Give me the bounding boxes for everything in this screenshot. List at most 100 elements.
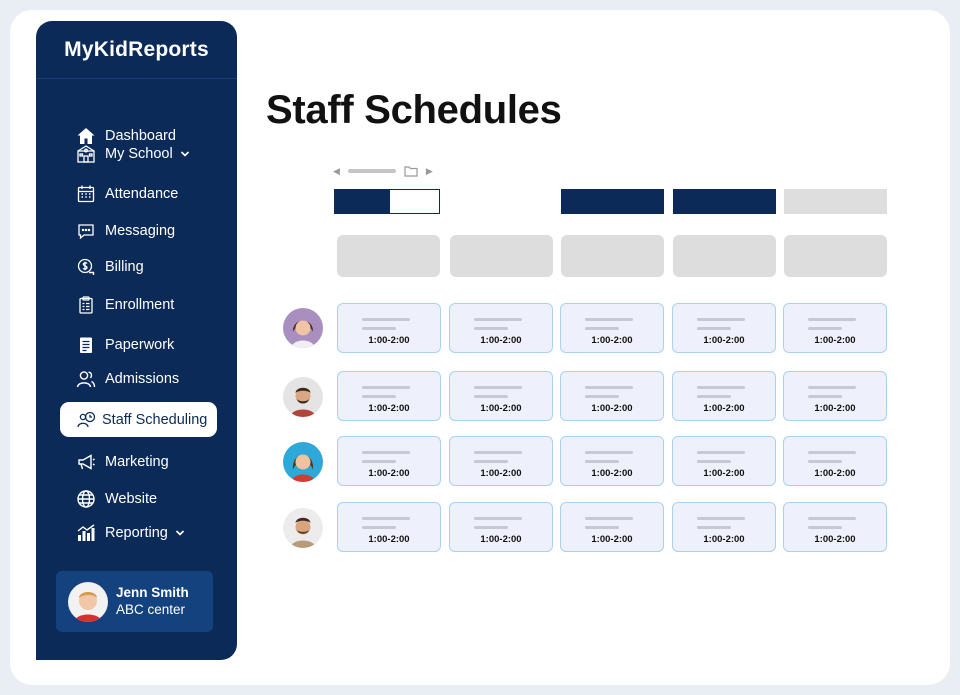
shift-time: 1:00-2:00 bbox=[703, 534, 745, 545]
shift-time: 1:00-2:00 bbox=[480, 403, 522, 414]
sidebar-item-label: My School bbox=[105, 146, 173, 162]
schedule-cell[interactable]: 1:00-2:00 bbox=[449, 303, 553, 353]
schedule-cell[interactable]: 1:00-2:00 bbox=[783, 436, 887, 486]
staff-avatar[interactable] bbox=[283, 308, 323, 348]
schedule-cell[interactable]: 1:00-2:00 bbox=[783, 502, 887, 552]
cell-placeholder-line bbox=[808, 386, 856, 389]
sidebar-item-label: Enrollment bbox=[105, 297, 175, 313]
schedule-cell[interactable]: 1:00-2:00 bbox=[672, 436, 776, 486]
folder-icon[interactable] bbox=[404, 165, 418, 177]
staff-avatar[interactable] bbox=[283, 508, 323, 548]
cell-placeholder-line bbox=[697, 318, 745, 321]
shift-time: 1:00-2:00 bbox=[591, 468, 633, 479]
schedule-cell[interactable]: 1:00-2:00 bbox=[560, 371, 664, 421]
cell-placeholder-line bbox=[362, 318, 410, 321]
cell-placeholder-line bbox=[474, 460, 508, 463]
view-toggle[interactable] bbox=[334, 189, 440, 214]
cell-placeholder-line bbox=[808, 526, 842, 529]
shift-time: 1:00-2:00 bbox=[591, 403, 633, 414]
schedule-cell[interactable]: 1:00-2:00 bbox=[337, 303, 441, 353]
shift-time: 1:00-2:00 bbox=[703, 335, 745, 346]
cell-placeholder-line bbox=[585, 451, 633, 454]
schedule-cell[interactable]: 1:00-2:00 bbox=[560, 436, 664, 486]
cell-placeholder-line bbox=[697, 451, 745, 454]
cell-placeholder-line bbox=[362, 395, 396, 398]
sidebar-item-attendance[interactable]: Attendance bbox=[76, 182, 178, 206]
sidebar-item-label: Attendance bbox=[105, 186, 179, 202]
cell-placeholder-line bbox=[808, 395, 842, 398]
cell-placeholder-line bbox=[474, 451, 522, 454]
chevron-left-icon[interactable]: ◀ bbox=[333, 164, 340, 178]
cell-placeholder-line bbox=[585, 460, 619, 463]
header-button[interactable] bbox=[784, 189, 887, 214]
cell-placeholder-line bbox=[697, 526, 731, 529]
sidebar-item-website[interactable]: Website bbox=[76, 487, 157, 511]
sidebar-item-label: Paperwork bbox=[105, 337, 175, 353]
sidebar-item-label: Marketing bbox=[105, 454, 169, 470]
staff-avatar[interactable] bbox=[283, 377, 323, 417]
toggle-selected-segment[interactable] bbox=[335, 190, 390, 213]
sidebar-item-label: Reporting bbox=[105, 525, 168, 541]
shift-time: 1:00-2:00 bbox=[368, 534, 410, 545]
pager-placeholder bbox=[347, 169, 396, 173]
sidebar-item-enrollment[interactable]: Enrollment bbox=[76, 293, 174, 317]
shift-time: 1:00-2:00 bbox=[368, 468, 410, 479]
schedule-cell[interactable]: 1:00-2:00 bbox=[337, 436, 441, 486]
schedule-cell[interactable]: 1:00-2:00 bbox=[449, 502, 553, 552]
schedule-cell[interactable]: 1:00-2:00 bbox=[672, 502, 776, 552]
schedule-cell[interactable]: 1:00-2:00 bbox=[783, 303, 887, 353]
shift-time: 1:00-2:00 bbox=[591, 534, 633, 545]
shift-time: 1:00-2:00 bbox=[814, 335, 856, 346]
schedule-cell[interactable]: 1:00-2:00 bbox=[560, 303, 664, 353]
sidebar-item-staff-scheduling[interactable]: Staff Scheduling bbox=[60, 402, 217, 437]
cell-placeholder-line bbox=[474, 318, 522, 321]
globe-icon bbox=[76, 489, 96, 509]
shift-time: 1:00-2:00 bbox=[480, 534, 522, 545]
calendar-icon bbox=[76, 184, 96, 204]
cell-placeholder-line bbox=[697, 517, 745, 520]
schedule-pager: ◀ ▶ bbox=[333, 164, 433, 178]
brand-logo[interactable]: MyKidReports bbox=[36, 21, 237, 79]
schedule-cell[interactable]: 1:00-2:00 bbox=[560, 502, 664, 552]
sidebar-item-admissions[interactable]: Admissions bbox=[76, 367, 179, 391]
chevron-down-icon bbox=[180, 149, 190, 159]
sidebar-item-reporting[interactable]: Reporting bbox=[76, 521, 185, 545]
shift-time: 1:00-2:00 bbox=[368, 335, 410, 346]
schedule-cell[interactable]: 1:00-2:00 bbox=[449, 371, 553, 421]
user-profile-card[interactable]: Jenn Smith ABC center bbox=[56, 571, 213, 632]
sidebar-item-label: Billing bbox=[105, 259, 144, 275]
cell-placeholder-line bbox=[808, 460, 842, 463]
cell-placeholder-line bbox=[362, 517, 410, 520]
staff-avatar[interactable] bbox=[283, 442, 323, 482]
sidebar-item-billing[interactable]: Billing bbox=[76, 255, 144, 279]
cell-placeholder-line bbox=[585, 318, 633, 321]
sidebar-item-my-school[interactable]: My School bbox=[76, 142, 190, 166]
shift-time: 1:00-2:00 bbox=[814, 534, 856, 545]
cell-placeholder-line bbox=[697, 460, 731, 463]
column-header bbox=[784, 235, 887, 277]
billing-icon bbox=[76, 257, 96, 277]
cell-placeholder-line bbox=[585, 517, 633, 520]
sidebar-item-label: Messaging bbox=[105, 223, 176, 239]
shift-time: 1:00-2:00 bbox=[591, 335, 633, 346]
chevron-right-icon[interactable]: ▶ bbox=[426, 164, 433, 178]
sidebar-item-paperwork[interactable]: Paperwork bbox=[76, 333, 174, 357]
cell-placeholder-line bbox=[808, 318, 856, 321]
cell-placeholder-line bbox=[362, 460, 396, 463]
header-button[interactable] bbox=[673, 189, 776, 214]
shift-time: 1:00-2:00 bbox=[703, 403, 745, 414]
schedule-cell[interactable]: 1:00-2:00 bbox=[449, 436, 553, 486]
schedule-cell[interactable]: 1:00-2:00 bbox=[337, 371, 441, 421]
schedule-cell[interactable]: 1:00-2:00 bbox=[783, 371, 887, 421]
sidebar: MyKidReports Dashboard My School Attenda… bbox=[36, 21, 237, 660]
schedule-cell[interactable]: 1:00-2:00 bbox=[337, 502, 441, 552]
cell-placeholder-line bbox=[362, 386, 410, 389]
cell-placeholder-line bbox=[474, 395, 508, 398]
header-button[interactable] bbox=[561, 189, 664, 214]
sidebar-item-marketing[interactable]: Marketing bbox=[76, 450, 169, 474]
cell-placeholder-line bbox=[585, 526, 619, 529]
clipboard-icon bbox=[76, 295, 96, 315]
schedule-cell[interactable]: 1:00-2:00 bbox=[672, 303, 776, 353]
schedule-cell[interactable]: 1:00-2:00 bbox=[672, 371, 776, 421]
sidebar-item-messaging[interactable]: Messaging bbox=[76, 219, 175, 243]
